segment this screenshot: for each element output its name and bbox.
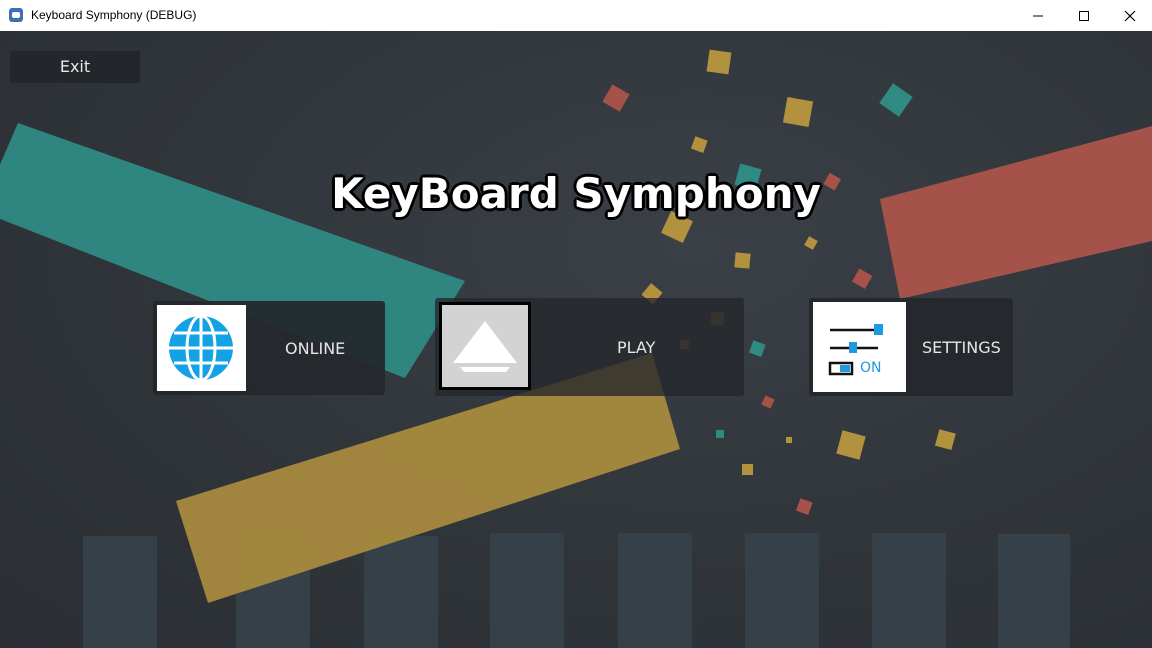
play-label: PLAY: [617, 338, 656, 357]
close-icon: [1124, 10, 1136, 21]
minimize-button[interactable]: [1015, 0, 1061, 31]
triangle-icon: [453, 321, 517, 372]
maximize-icon: [1079, 10, 1089, 21]
window-title: Keyboard Symphony (DEBUG): [31, 8, 197, 22]
minimize-icon: [1033, 15, 1043, 16]
close-button[interactable]: [1107, 0, 1152, 31]
play-icon-box: [439, 302, 531, 390]
settings-toggle-label: ON: [860, 360, 882, 376]
sliders-icon: [828, 324, 883, 376]
settings-label: SETTINGS: [922, 338, 1001, 357]
settings-icon-box: ON: [813, 302, 906, 392]
maximize-button[interactable]: [1061, 0, 1107, 31]
settings-button[interactable]: ON SETTINGS: [809, 298, 1013, 396]
app-icon: [9, 8, 23, 22]
window-titlebar: Keyboard Symphony (DEBUG): [0, 0, 1152, 31]
game-canvas: Exit KeyBoard Symphony ONLINE PLAY ON SE…: [0, 31, 1152, 648]
play-button[interactable]: PLAY: [435, 298, 744, 396]
